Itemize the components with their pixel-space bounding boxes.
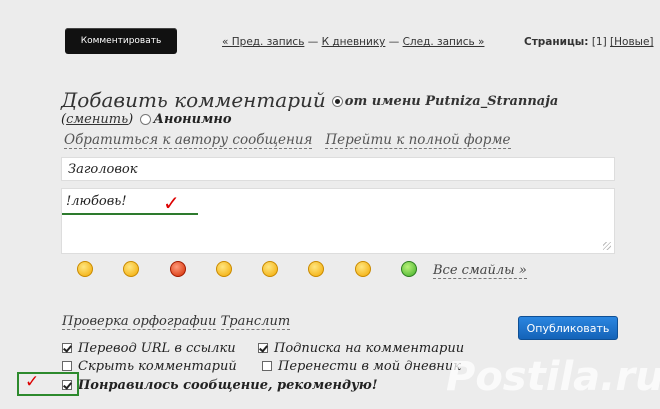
translit-link[interactable]: Транслит <box>220 314 291 330</box>
postila-watermark-logo: Postila.ru <box>446 354 660 400</box>
watermark-text: Postila.ru <box>446 354 660 400</box>
page-new-link[interactable]: [Новые] <box>610 36 653 48</box>
comment-button[interactable]: Комментировать <box>65 28 177 54</box>
option-move: Перенести в мой дневник <box>262 359 461 374</box>
pagination: Страницы: [1] [Новые] <box>524 36 654 48</box>
change-identity-link[interactable]: сменить <box>66 112 128 127</box>
form-links: Обратиться к автору сообщения Перейти к … <box>64 132 511 149</box>
smiley-icon[interactable] <box>170 261 186 277</box>
red-check-annotation: ✓ <box>163 191 180 215</box>
smiley-icon[interactable] <box>401 261 417 277</box>
prev-entry-link[interactable]: « Пред. запись <box>222 36 304 48</box>
red-check-annotation: ✓ <box>25 372 40 392</box>
editor-tools: Проверка орфографии Транслит <box>62 314 291 330</box>
from-name-radio[interactable] <box>331 96 343 107</box>
option-subscribe: Подписка на комментарии <box>258 341 464 356</box>
spellcheck-link[interactable]: Проверка орфографии <box>62 314 217 330</box>
contact-author-link[interactable]: Обратиться к автору сообщения <box>64 132 313 149</box>
hide-comment-checkbox[interactable] <box>62 361 72 371</box>
comment-textarea[interactable]: !любовь! ✓ <box>61 188 615 254</box>
from-name-label: от имени Putniza_Strannaja <box>344 94 559 109</box>
green-underline-annotation <box>62 213 198 215</box>
smiley-icon[interactable] <box>216 261 232 277</box>
smiley-icon[interactable] <box>355 261 371 277</box>
add-comment-heading: Добавить комментарий от имени Putniza_Str… <box>61 88 558 112</box>
subscribe-checkbox[interactable] <box>258 343 268 353</box>
option-hide: Скрыть комментарий <box>62 359 237 374</box>
anonymous-label: Анонимно <box>153 112 232 127</box>
page-current: [1] <box>591 36 607 48</box>
title-input[interactable]: Заголовок <box>61 157 615 181</box>
smiley-icon[interactable] <box>262 261 278 277</box>
option-recommend: Понравилось сообщение, рекомендую! <box>62 378 378 393</box>
smiley-icon[interactable] <box>123 261 139 277</box>
full-form-link[interactable]: Перейти к полной форме <box>325 132 511 149</box>
all-smileys-link[interactable]: Все смайлы » <box>433 263 527 279</box>
next-entry-link[interactable]: След. запись » <box>403 36 485 48</box>
comment-text: !любовь! <box>66 194 127 209</box>
resize-handle[interactable] <box>603 242 611 250</box>
option-url-links: Перевод URL в ссылки <box>62 341 236 356</box>
identity-line: (сменить) Анонимно <box>61 112 232 127</box>
anonymous-radio[interactable] <box>140 114 152 125</box>
entry-navigation: « Пред. запись — К дневнику — След. запи… <box>222 36 485 48</box>
pages-label: Страницы: <box>524 36 589 48</box>
diary-link[interactable]: К дневнику <box>322 36 386 48</box>
smiley-icon[interactable] <box>308 261 324 277</box>
move-to-diary-checkbox[interactable] <box>262 361 272 371</box>
smiley-icon[interactable] <box>77 261 93 277</box>
page-title: Добавить комментарий <box>61 88 326 112</box>
url-links-checkbox[interactable] <box>62 343 72 353</box>
